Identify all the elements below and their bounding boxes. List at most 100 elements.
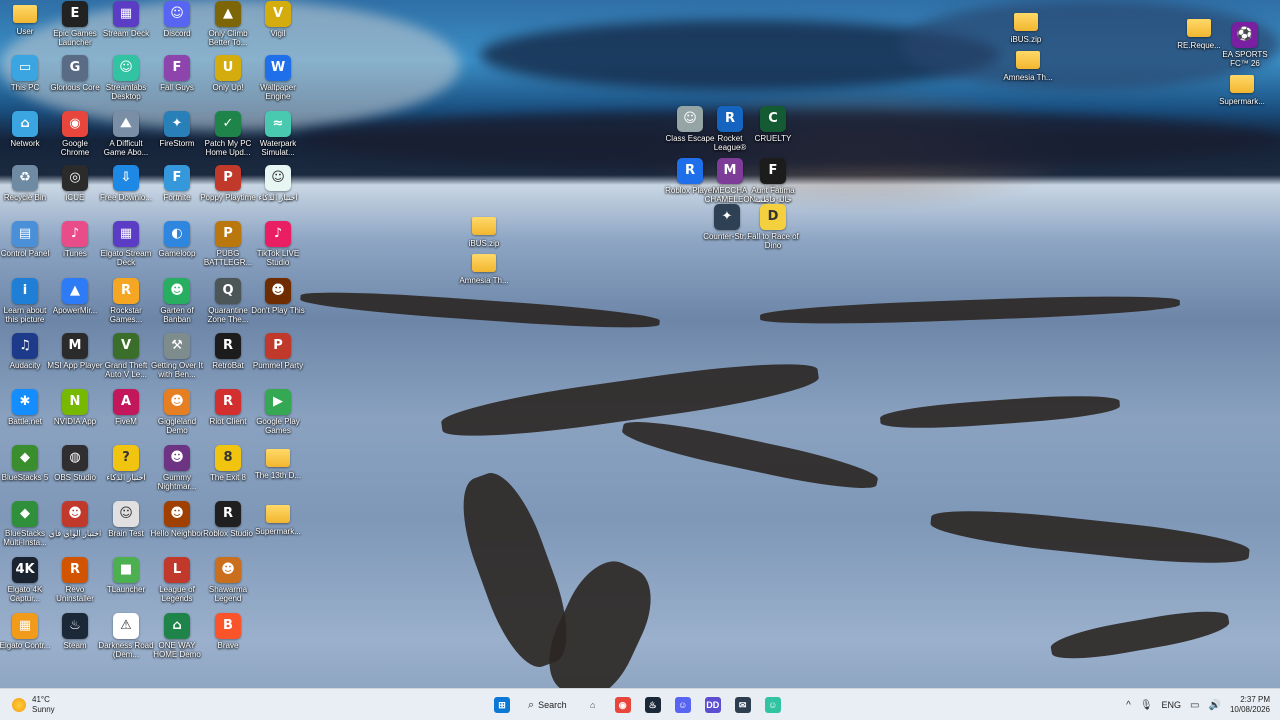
desktop-icon[interactable]: ⚠ Darkness Road (Dem... <box>98 613 154 659</box>
desktop-icon[interactable]: ✦ FireStorm <box>149 111 205 148</box>
desktop-icon[interactable]: V Grand Theft Auto V Le... <box>98 333 154 379</box>
desktop-icon[interactable]: R RetroBat <box>200 333 256 370</box>
desktop-icon[interactable]: ☻ Gummy Nightmar... <box>149 445 205 491</box>
desktop-icon[interactable]: ☻ اختبار الواي فاي <box>47 501 103 538</box>
desktop-icon[interactable]: F Fortnite <box>149 165 205 202</box>
desktop-icon[interactable]: ♨ Steam <box>47 613 103 650</box>
streamlabs-icon: ☺ <box>764 697 781 713</box>
search-button[interactable]: ⌕ Search <box>520 693 575 717</box>
desktop-icon[interactable]: E Epic Games Launcher <box>47 1 103 47</box>
desktop-icon[interactable]: ◍ OBS Studio <box>47 445 103 482</box>
desktop-icon[interactable]: ☻ Don't Play This <box>250 278 306 315</box>
desktop-icon[interactable]: 4K Elgato 4K Captur... <box>0 557 53 603</box>
desktop-icon-label: TikTok LIVE Studio <box>256 249 300 267</box>
weather-widget[interactable]: 41°C Sunny <box>12 693 55 717</box>
desktop-icon[interactable]: M MSI App Player <box>47 333 103 370</box>
desktop-icon[interactable]: ☺ Brain Test <box>98 501 154 538</box>
desktop-icon[interactable]: Supermark... <box>250 501 306 536</box>
streamlabs-taskbar-button[interactable]: ☺ <box>761 693 785 717</box>
desktop-icon[interactable]: 8 The Exit 8 <box>200 445 256 482</box>
desktop-icon[interactable]: ☻ Garten of Banban <box>149 278 205 324</box>
desktop-icon[interactable]: ☺ Streamlabs Desktop <box>98 55 154 101</box>
desktop-icon[interactable]: P Poppy Playtime <box>200 165 256 202</box>
desktop-icon[interactable]: ⛰ A Difficult Game Abo... <box>98 111 154 157</box>
desktop-icon[interactable]: P Pummel Party <box>250 333 306 370</box>
desktop-icon[interactable]: ? اختبار الذكاء <box>98 445 154 482</box>
chrome-taskbar-button[interactable]: ◉ <box>611 693 635 717</box>
desktop-icon[interactable]: ▦ Elgato Stream Deck <box>98 221 154 267</box>
desktop-icon[interactable]: ☺ اختبار الذكاء <box>250 165 306 202</box>
desktop-icon[interactable]: V Vigil <box>250 1 306 38</box>
desktop-icon[interactable]: iBUS.zip <box>998 9 1054 44</box>
desktop-icon[interactable]: ⚽ EA SPORTS FC™ 26 <box>1217 22 1273 68</box>
desktop-icon[interactable]: ✓ Patch My PC Home Upd... <box>200 111 256 157</box>
desktop-icon[interactable]: ⇩ Free Downlo... <box>98 165 154 202</box>
desktop-icon[interactable]: ▦ Stream Deck <box>98 1 154 38</box>
clock-time: 2:37 PM <box>1240 695 1270 704</box>
desktop-icon[interactable]: Amnesia Th... <box>456 250 512 285</box>
desktop-icon[interactable]: i Learn about this picture <box>0 278 53 324</box>
desktop-icon[interactable]: P PUBG BATTLEGR... <box>200 221 256 267</box>
desktop-icon[interactable]: ♪ TikTok LIVE Studio <box>250 221 306 267</box>
desktop-icon[interactable]: ☻ Shawarma Legend <box>200 557 256 603</box>
start-button[interactable]: ⊞ <box>490 693 514 717</box>
desktop-icon[interactable]: ▭ This PC <box>0 55 53 92</box>
desktop-icon[interactable]: Amnesia Th... <box>1000 47 1056 82</box>
desktop-icon[interactable]: F Fall Guys <box>149 55 205 92</box>
steam-taskbar-button[interactable]: ♨ <box>641 693 665 717</box>
chevron-up-icon[interactable]: ^ <box>1126 700 1131 711</box>
file-explorer-button[interactable]: ⌂ <box>581 693 605 717</box>
mail-taskbar-button[interactable]: ✉ <box>731 693 755 717</box>
desktop-icon[interactable]: ⚒ Getting Over It with Ben... <box>149 333 205 379</box>
microphone-icon[interactable]: 🎙 <box>1140 700 1153 711</box>
desktop-icon[interactable]: D Fall to Race of Dino <box>745 204 801 250</box>
desktop-icon[interactable]: ⌂ Network <box>0 111 53 148</box>
desktop-icon[interactable]: The 13th D... <box>250 445 306 480</box>
desktop-icon[interactable]: R Roblox Studio <box>200 501 256 538</box>
clock[interactable]: 2:37 PM 10/08/2026 <box>1230 695 1270 715</box>
discord-taskbar-button[interactable]: ☺ <box>671 693 695 717</box>
desktop-icon[interactable]: ▶ Google Play Games <box>250 389 306 435</box>
desktop-icon[interactable]: ♪ iTunes <box>47 221 103 258</box>
desktop-icon[interactable]: User <box>0 1 53 36</box>
desktop-icon[interactable]: ☻ Hello Neighbor <box>149 501 205 538</box>
desktop-icon[interactable]: L League of Legends <box>149 557 205 603</box>
desktop-icon[interactable]: U Only Up! <box>200 55 256 92</box>
desktop-icon[interactable]: R Riot Client <box>200 389 256 426</box>
desktop-icon[interactable]: C CRUELTY <box>745 106 801 143</box>
desktop-icon[interactable]: ■ TLauncher <box>98 557 154 594</box>
desktop-icon[interactable]: G Glorious Core <box>47 55 103 92</box>
desktop-icon[interactable]: ▦ Elgato Contr... <box>0 613 53 650</box>
desktop-icon[interactable]: ▲ ApowerMir... <box>47 278 103 315</box>
desktop-icon[interactable]: Supermark... <box>1214 71 1270 106</box>
desktop-icon[interactable]: R Revo Uninstaller <box>47 557 103 603</box>
desktop-icon[interactable]: N NVIDIA App <box>47 389 103 426</box>
network-icon[interactable]: ▭ <box>1190 700 1199 711</box>
desktop-icon[interactable]: ≈ Waterpark Simulat... <box>250 111 306 157</box>
language-indicator[interactable]: ENG <box>1162 700 1182 710</box>
desktop-icon-label: Vigil <box>270 29 286 38</box>
desktop-icon[interactable]: ◆ BlueStacks 5 <box>0 445 53 482</box>
desktop-icon[interactable]: ◎ iCUE <box>47 165 103 202</box>
volume-icon[interactable]: 🔊 <box>1209 700 1221 711</box>
desktop-icon[interactable]: ☺ Discord <box>149 1 205 38</box>
desktop-icon[interactable]: ▤ Control Panel <box>0 221 53 258</box>
desktop-icon[interactable]: ◆ BlueStacks Multi-Insta... <box>0 501 53 547</box>
desktop-icon[interactable]: ▲ Only Climb Better To... <box>200 1 256 47</box>
meccha-chameleon-icon: M <box>717 158 743 184</box>
desktop-icon[interactable]: ✱ Battle.net <box>0 389 53 426</box>
desktop-icon[interactable]: Q Quarantine Zone The... <box>200 278 256 324</box>
desktop-icon[interactable]: ◉ Google Chrome <box>47 111 103 157</box>
desktop-icon[interactable]: B Brave <box>200 613 256 650</box>
desktop-icon[interactable]: W Wallpaper Engine <box>250 55 306 101</box>
desktop-icon[interactable]: ◐ Gameloop <box>149 221 205 258</box>
desktop-icon[interactable]: A FiveM <box>98 389 154 426</box>
desktop-icon[interactable]: ♫ Audacity <box>0 333 53 370</box>
desktop-icon[interactable]: ♻ Recycle Bin <box>0 165 53 202</box>
desktop-icon[interactable]: ☻ Giggleland Demo <box>149 389 205 435</box>
desktop-icon[interactable]: F Aunt Fatima خالة فاطمة <box>745 158 801 204</box>
desktop-icon[interactable]: iBUS.zip <box>456 213 512 248</box>
desktop-icon[interactable]: R Rockstar Games... <box>98 278 154 324</box>
desktop-icon[interactable]: ⌂ ONE WAY HOME Demo <box>149 613 205 659</box>
dd-taskbar-button[interactable]: DD <box>701 693 725 717</box>
